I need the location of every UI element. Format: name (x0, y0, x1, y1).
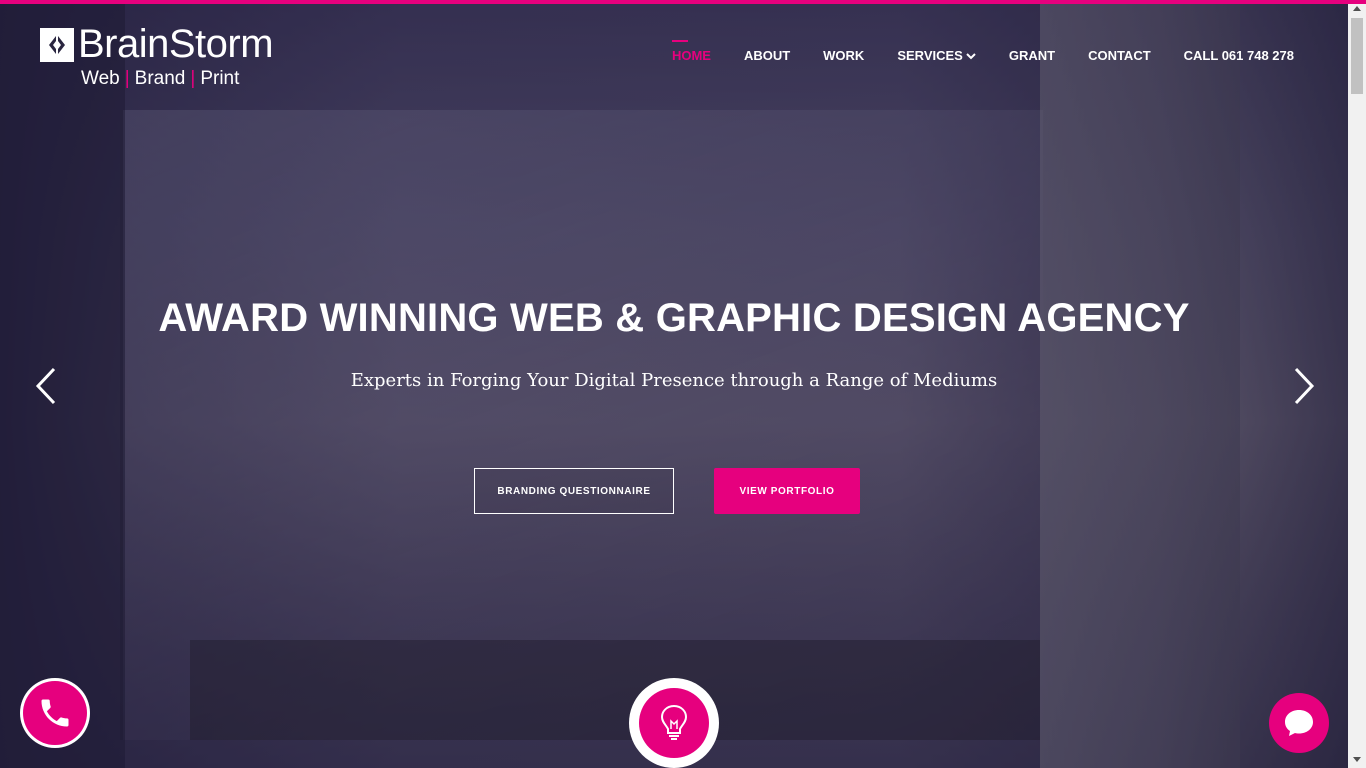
nav-item-contact[interactable]: CONTACT (1088, 48, 1151, 63)
button-label: VIEW PORTFOLIO (739, 485, 835, 497)
tagline-brand: Brand (134, 68, 186, 89)
nav-item-label: CALL 061 748 278 (1183, 48, 1294, 63)
chevron-down-icon (966, 52, 976, 59)
view-portfolio-button[interactable]: VIEW PORTFOLIO (714, 468, 860, 514)
nav-item-label: GRANT (1008, 48, 1056, 63)
page: BrainStorm Web | Brand | Print HOME ABOUT WO… (0, 0, 1366, 768)
chat-bubble-icon (1285, 710, 1313, 736)
call-button-inner (23, 681, 87, 745)
phone-icon (41, 699, 69, 727)
chat-button[interactable] (1269, 693, 1329, 753)
nav-item-home[interactable]: HOME (671, 40, 711, 63)
button-label: BRANDING QUESTIONNAIRE (497, 485, 651, 497)
top-accent-bar (0, 0, 1366, 4)
tagline-web: Web (81, 68, 120, 89)
hero-title: AWARD WINNING WEB & GRAPHIC DESIGN AGENC… (158, 296, 1190, 340)
nav-item-about[interactable]: ABOUT (744, 48, 790, 63)
nav-item-call[interactable]: CALL 061 748 278 (1184, 48, 1294, 63)
nav-item-label: CONTACT (1088, 48, 1151, 63)
logo-name: BrainStorm (78, 22, 274, 66)
branding-questionnaire-button[interactable]: BRANDING QUESTIONNAIRE (474, 468, 674, 514)
scroll-down-icon[interactable] (1348, 751, 1366, 768)
lightbulb-icon (660, 704, 688, 740)
nav-item-label: WORK (823, 48, 865, 63)
main-nav: HOME ABOUT WORK SERVICES GRANT CONTACT C… (639, 40, 1294, 63)
logo-mark-icon (40, 28, 74, 62)
page-scrollbar[interactable] (1348, 0, 1366, 768)
hero-subtitle: Experts in Forging Your Digital Presence… (350, 370, 998, 391)
lightbulb-badge-ring (635, 684, 713, 762)
nav-item-grant[interactable]: GRANT (1009, 48, 1055, 63)
logo-tagline: Web | Brand | Print (81, 68, 240, 89)
nav-item-label: HOME (671, 48, 711, 63)
tagline-print: Print (200, 68, 240, 89)
site-logo[interactable]: BrainStorm Web | Brand | Print (40, 22, 300, 92)
lightbulb-badge (629, 678, 719, 768)
nav-item-label: SERVICES (897, 48, 963, 63)
call-button[interactable] (20, 678, 90, 748)
nav-item-label: ABOUT (743, 48, 791, 63)
nav-item-work[interactable]: WORK (823, 48, 864, 63)
scrollbar-thumb[interactable] (1351, 18, 1363, 94)
nav-item-services[interactable]: SERVICES (897, 48, 976, 63)
lightbulb-badge-core (639, 688, 709, 758)
